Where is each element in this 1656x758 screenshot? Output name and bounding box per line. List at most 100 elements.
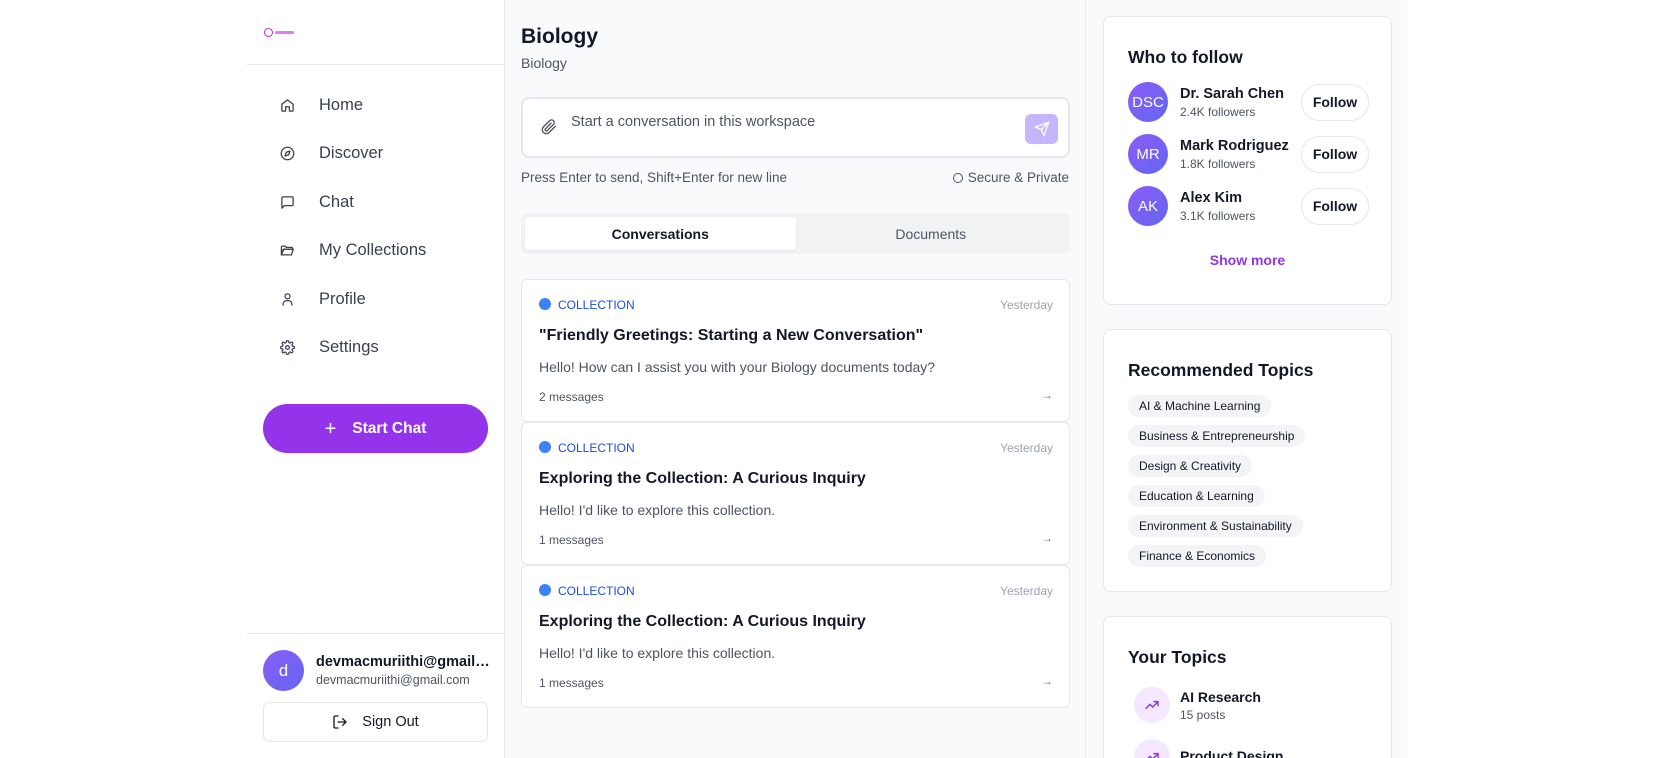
arrow-right-icon: → xyxy=(1041,388,1053,402)
conversation-time: Yesterday xyxy=(1000,441,1053,456)
message-count: 1 messages xyxy=(539,676,604,691)
paperclip-icon[interactable] xyxy=(541,119,557,140)
collection-dot-icon xyxy=(539,441,551,454)
avatar: d xyxy=(263,650,304,691)
follow-info: Dr. Sarah Chen 2.4K followers xyxy=(1180,86,1301,119)
panel-title: Recommended Topics xyxy=(1128,360,1314,380)
plus-icon: + xyxy=(324,417,337,440)
your-topic-item[interactable]: Product Design xyxy=(1128,739,1283,758)
composer-hint: Press Enter to send, Shift+Enter for new… xyxy=(521,170,788,185)
panel-title: Your Topics xyxy=(1128,647,1227,667)
conversation-preview: Hello! How can I assist you with your Bi… xyxy=(539,359,936,375)
avatar[interactable]: AK xyxy=(1128,186,1168,226)
topic-chip[interactable]: Environment & Sustainability xyxy=(1128,515,1303,537)
user-row[interactable]: d devmacmuriithi@gmail.c... devmacmuriit… xyxy=(247,634,505,691)
user-icon xyxy=(279,291,295,307)
follower-count: 2.4K followers xyxy=(1180,104,1256,119)
start-chat-label: Start Chat xyxy=(352,419,427,437)
sidebar-item-discover[interactable]: Discover xyxy=(247,130,504,179)
sidebar-item-label: Chat xyxy=(319,192,354,211)
sidebar-item-label: Home xyxy=(319,95,364,114)
collection-dot-icon xyxy=(539,584,551,597)
collection-tag: COLLECTION xyxy=(558,441,635,456)
follow-button[interactable]: Follow xyxy=(1301,83,1369,121)
topic-chip[interactable]: Design & Creativity xyxy=(1128,455,1253,477)
send-icon xyxy=(1034,121,1049,137)
conversation-card[interactable]: COLLECTION Yesterday "Friendly Greetings… xyxy=(521,279,1070,422)
follow-suggestion: AK Alex Kim 3.1K followers Follow xyxy=(1128,185,1369,227)
collection-tag: COLLECTION xyxy=(558,298,635,312)
send-button[interactable] xyxy=(1025,114,1058,144)
start-chat-button[interactable]: + Start Chat xyxy=(263,404,488,453)
person-name[interactable]: Mark Rodriguez xyxy=(1180,138,1301,154)
follow-suggestion: DSC Dr. Sarah Chen 2.4K followers Follow xyxy=(1128,81,1369,123)
sidebar-item-label: My Collections xyxy=(319,241,427,260)
conversation-time: Yesterday xyxy=(1000,584,1053,599)
conversation-card[interactable]: COLLECTION Yesterday Exploring the Colle… xyxy=(521,422,1070,566)
gear-icon xyxy=(279,340,295,356)
message-input[interactable] xyxy=(571,107,1011,137)
tab-conversations[interactable]: Conversations xyxy=(525,217,796,250)
follow-button[interactable]: Follow xyxy=(1301,135,1369,173)
compass-icon xyxy=(279,146,295,162)
conversation-preview: Hello! I'd like to explore this collecti… xyxy=(539,502,776,519)
secure-indicator: Secure & Private xyxy=(952,170,1069,185)
collection-tag: COLLECTION xyxy=(558,584,635,599)
conversation-preview: Hello! I'd like to explore this collecti… xyxy=(539,645,776,662)
your-topic-info: Product Design xyxy=(1180,748,1283,758)
conversation-card[interactable]: COLLECTION Yesterday Exploring the Colle… xyxy=(521,565,1070,709)
follower-count: 3.1K followers xyxy=(1180,208,1256,223)
topic-chip[interactable]: AI & Machine Learning xyxy=(1128,395,1272,417)
arrow-right-icon: → xyxy=(1041,674,1053,689)
user-email: devmacmuriithi@gmail.com xyxy=(316,673,470,687)
page-title: Biology xyxy=(521,25,598,48)
sidebar-item-chat[interactable]: Chat xyxy=(247,178,504,227)
sidebar-nav: Home Discover Chat My Collections Profil… xyxy=(247,65,504,372)
avatar[interactable]: DSC xyxy=(1128,82,1168,122)
follow-button[interactable]: Follow xyxy=(1301,187,1369,225)
sidebar-item-home[interactable]: Home xyxy=(247,81,504,130)
follow-suggestion: MR Mark Rodriguez 1.8K followers Follow xyxy=(1128,133,1369,175)
collection-dot-icon xyxy=(539,298,551,310)
your-topics-panel: Your Topics AI Research 15 posts Product… xyxy=(1103,616,1392,758)
chat-icon xyxy=(279,194,295,210)
app-logo[interactable] xyxy=(264,26,296,38)
topic-name: AI Research xyxy=(1180,688,1261,705)
conversation-time: Yesterday xyxy=(1000,298,1053,312)
folder-icon xyxy=(279,243,295,259)
topic-chip[interactable]: Finance & Economics xyxy=(1128,545,1267,567)
sidebar-item-my-collections[interactable]: My Collections xyxy=(247,227,504,276)
person-name[interactable]: Alex Kim xyxy=(1180,190,1301,206)
your-topic-item[interactable]: AI Research 15 posts xyxy=(1128,687,1261,723)
shield-icon xyxy=(952,172,963,183)
follow-info: Mark Rodriguez 1.8K followers xyxy=(1180,138,1301,171)
secure-label: Secure & Private xyxy=(967,170,1069,185)
trending-up-icon xyxy=(1134,687,1170,723)
recommended-topics-panel: Recommended Topics AI & Machine Learning… xyxy=(1103,329,1392,592)
message-composer xyxy=(521,97,1070,158)
tab-documents[interactable]: Documents xyxy=(796,217,1067,250)
topic-post-count: 15 posts xyxy=(1180,707,1226,722)
home-icon xyxy=(279,97,295,113)
user-info: devmacmuriithi@gmail.c... devmacmuriithi… xyxy=(316,654,491,687)
sign-out-button[interactable]: Sign Out xyxy=(263,702,488,742)
right-sidebar: Who to follow DSC Dr. Sarah Chen 2.4K fo… xyxy=(1086,0,1407,758)
your-topic-info: AI Research 15 posts xyxy=(1180,689,1261,722)
topic-chip[interactable]: Education & Learning xyxy=(1128,485,1265,507)
conversation-title: "Friendly Greetings: Starting a New Conv… xyxy=(539,327,924,344)
follow-info: Alex Kim 3.1K followers xyxy=(1180,190,1301,223)
person-name[interactable]: Dr. Sarah Chen xyxy=(1180,86,1301,102)
sidebar-item-profile[interactable]: Profile xyxy=(247,275,504,324)
show-more-link[interactable]: Show more xyxy=(1104,252,1391,268)
message-count: 2 messages xyxy=(539,390,604,404)
avatar[interactable]: MR xyxy=(1128,134,1168,174)
main-content: Biology Biology Press Enter to send, Shi… xyxy=(505,0,1086,758)
user-name: devmacmuriithi@gmail.c... xyxy=(316,654,491,670)
logo-area xyxy=(247,0,504,65)
sidebar-item-label: Settings xyxy=(319,338,379,357)
page-subtitle: Biology xyxy=(521,55,567,71)
topic-chip[interactable]: Business & Entrepreneurship xyxy=(1128,425,1306,447)
sidebar-item-settings[interactable]: Settings xyxy=(247,324,504,373)
follower-count: 1.8K followers xyxy=(1180,156,1256,171)
arrow-right-icon: → xyxy=(1041,531,1053,546)
